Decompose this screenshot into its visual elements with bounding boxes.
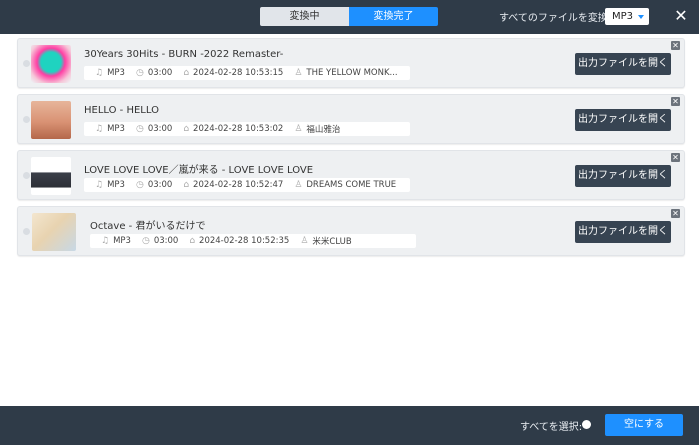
album-cover <box>31 157 71 195</box>
clock-icon: ◷ <box>135 68 144 78</box>
track-meta: ♫ MP3 ◷ 03:00 ⌂ 2024-02-28 10:52:35 ♙ 米米CLUB <box>90 234 416 248</box>
track-artist: 福山雅治 <box>306 125 341 135</box>
track-artist: 米米CLUB <box>312 237 352 247</box>
music-note-icon: ♫ <box>95 180 104 190</box>
chevron-down-icon <box>638 15 644 19</box>
track-title: 30Years 30Hits - BURN -2022 Remaster- <box>84 49 284 60</box>
item-select-radio[interactable] <box>23 228 30 235</box>
track-duration: 03:00 <box>147 124 173 134</box>
music-note-icon: ♫ <box>95 68 104 78</box>
clock-icon: ◷ <box>141 236 150 246</box>
calendar-icon: ⌂ <box>183 180 190 190</box>
remove-item-icon[interactable]: ✕ <box>671 41 680 50</box>
track-meta: ♫ MP3 ◷ 03:00 ⌂ 2024-02-28 10:53:15 ♙ THE YE… <box>84 66 410 80</box>
track-duration: 03:00 <box>147 180 173 190</box>
artist-icon: ♙ <box>294 68 303 78</box>
open-output-file-button[interactable]: 出力ファイルを開く <box>575 165 671 187</box>
track-date: 2024-02-28 10:52:47 <box>193 180 284 190</box>
status-tabs: 変換中 変換完了 <box>260 7 438 26</box>
album-cover <box>32 213 76 251</box>
track-meta: ♫ MP3 ◷ 03:00 ⌂ 2024-02-28 10:53:02 ♙ 福山雅治 <box>84 122 410 136</box>
list-item: HELLO - HELLO ♫ MP3 ◷ 03:00 ⌂ 2024-02-28 10… <box>17 94 685 144</box>
track-duration: 03:00 <box>147 68 173 78</box>
artist-icon: ♙ <box>300 236 309 246</box>
artist-icon: ♙ <box>294 124 303 134</box>
track-title: HELLO - HELLO <box>84 105 159 116</box>
album-cover <box>31 45 71 83</box>
remove-item-icon[interactable]: ✕ <box>671 209 680 218</box>
tab-converting[interactable]: 変換中 <box>260 7 349 26</box>
open-output-file-button[interactable]: 出力ファイルを開く <box>575 53 671 75</box>
calendar-icon: ⌂ <box>183 68 190 78</box>
track-format: MP3 <box>107 180 125 190</box>
clock-icon: ◷ <box>135 180 144 190</box>
list-item: Octave - 君がいるだけで ♫ MP3 ◷ 03:00 ⌂ 2024-02-28… <box>17 206 685 256</box>
album-cover <box>31 101 71 139</box>
clear-button[interactable]: 空にする <box>605 414 683 436</box>
bottom-bar: すべてを選択: 空にする <box>0 406 699 445</box>
convert-all-label: すべてのファイルを変換: <box>499 13 612 24</box>
music-note-icon: ♫ <box>95 124 104 134</box>
track-title: LOVE LOVE LOVE／嵐が来る - LOVE LOVE LOVE <box>84 165 314 176</box>
top-bar: 変換中 変換完了 すべてのファイルを変換: MP3 ✕ <box>0 0 699 34</box>
music-note-icon: ♫ <box>101 236 110 246</box>
track-artist: DREAMS COME TRUE <box>306 180 397 190</box>
select-all-radio[interactable] <box>582 420 591 429</box>
item-select-radio[interactable] <box>23 116 30 123</box>
calendar-icon: ⌂ <box>183 124 190 134</box>
track-title: Octave - 君がいるだけで <box>90 221 206 232</box>
converted-list: 30Years 30Hits - BURN -2022 Remaster- ♫ M… <box>0 34 699 406</box>
open-output-file-button[interactable]: 出力ファイルを開く <box>575 221 671 243</box>
tab-converted[interactable]: 変換完了 <box>349 7 438 26</box>
item-select-radio[interactable] <box>23 172 30 179</box>
remove-item-icon[interactable]: ✕ <box>671 153 680 162</box>
remove-item-icon[interactable]: ✕ <box>671 97 680 106</box>
close-icon[interactable]: ✕ <box>674 7 688 25</box>
clock-icon: ◷ <box>135 124 144 134</box>
track-format: MP3 <box>107 68 125 78</box>
list-item: 30Years 30Hits - BURN -2022 Remaster- ♫ M… <box>17 38 685 88</box>
item-select-radio[interactable] <box>23 60 30 67</box>
artist-icon: ♙ <box>294 180 303 190</box>
output-format-select[interactable]: MP3 <box>605 8 649 25</box>
calendar-icon: ⌂ <box>189 236 196 246</box>
select-all-label: すべてを選択: <box>520 422 583 433</box>
track-artist: THE YELLOW MONK... <box>306 68 398 78</box>
track-date: 2024-02-28 10:52:35 <box>199 236 290 246</box>
track-format: MP3 <box>107 124 125 134</box>
track-meta: ♫ MP3 ◷ 03:00 ⌂ 2024-02-28 10:52:47 ♙ DREAMS… <box>84 178 410 192</box>
track-date: 2024-02-28 10:53:02 <box>193 124 284 134</box>
list-item: LOVE LOVE LOVE／嵐が来る - LOVE LOVE LOVE ♫ MP… <box>17 150 685 200</box>
output-format-value: MP3 <box>612 11 634 22</box>
track-format: MP3 <box>113 236 131 246</box>
track-date: 2024-02-28 10:53:15 <box>193 68 284 78</box>
track-duration: 03:00 <box>153 236 179 246</box>
open-output-file-button[interactable]: 出力ファイルを開く <box>575 109 671 131</box>
